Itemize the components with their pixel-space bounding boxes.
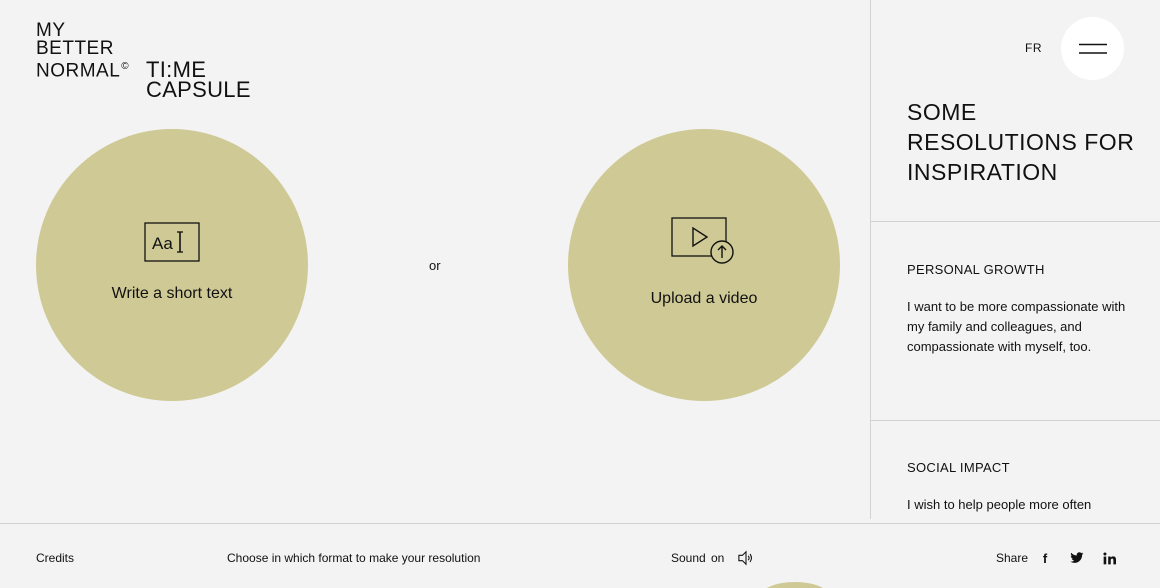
logo-line-3: NORMAL© <box>36 60 130 82</box>
product-title: TI:ME CAPSULE <box>146 59 251 102</box>
twitter-icon[interactable] <box>1069 550 1085 566</box>
footer-instruction: Choose in which format to make your reso… <box>227 551 481 565</box>
section-heading-personal-growth: PERSONAL GROWTH <box>907 262 1045 277</box>
hamburger-icon <box>1078 43 1107 54</box>
facebook-glyph: f <box>1042 550 1048 566</box>
sound-state[interactable]: on <box>711 551 724 565</box>
language-switch-fr[interactable]: FR <box>1025 41 1042 55</box>
footer: Credits Choose in which format to make y… <box>0 523 1160 588</box>
text-icon-glyph: Aa <box>152 234 173 253</box>
linkedin-icon[interactable] <box>1101 550 1117 566</box>
brand-logo[interactable]: MY BETTER NORMAL© <box>36 21 130 82</box>
upload-video-label: Upload a video <box>650 289 758 307</box>
write-text-option-button[interactable]: Aa Write a short text <box>36 129 308 401</box>
panel-divider <box>871 420 1160 421</box>
section-heading-social-impact: SOCIAL IMPACT <box>907 460 1010 475</box>
logo-line-2: BETTER <box>36 38 114 59</box>
panel-divider <box>871 221 1160 222</box>
share-label: Share <box>996 551 1029 565</box>
write-text-label: Write a short text <box>111 284 233 302</box>
option-separator: or <box>429 258 441 273</box>
upload-video-option-button[interactable]: Upload a video <box>568 129 840 401</box>
product-line-2: CAPSULE <box>146 77 251 102</box>
panel-title: SOME RESOLUTIONS FOR INSPIRATION <box>907 99 1135 185</box>
inspiration-panel <box>870 0 1160 519</box>
facebook-icon[interactable]: f <box>1037 550 1053 566</box>
text-cursor-icon: Aa <box>144 221 200 267</box>
credits-link[interactable]: Credits <box>36 551 74 565</box>
sound-label: Sound <box>671 551 706 565</box>
section-body-personal-growth: I want to be more compassionate with my … <box>907 299 1126 354</box>
video-upload-icon <box>671 216 737 272</box>
menu-button[interactable] <box>1061 17 1124 80</box>
section-body-social-impact: I wish to help people more often <box>907 497 1092 512</box>
copyright-mark: © <box>121 61 130 72</box>
speaker-icon[interactable] <box>738 550 754 566</box>
